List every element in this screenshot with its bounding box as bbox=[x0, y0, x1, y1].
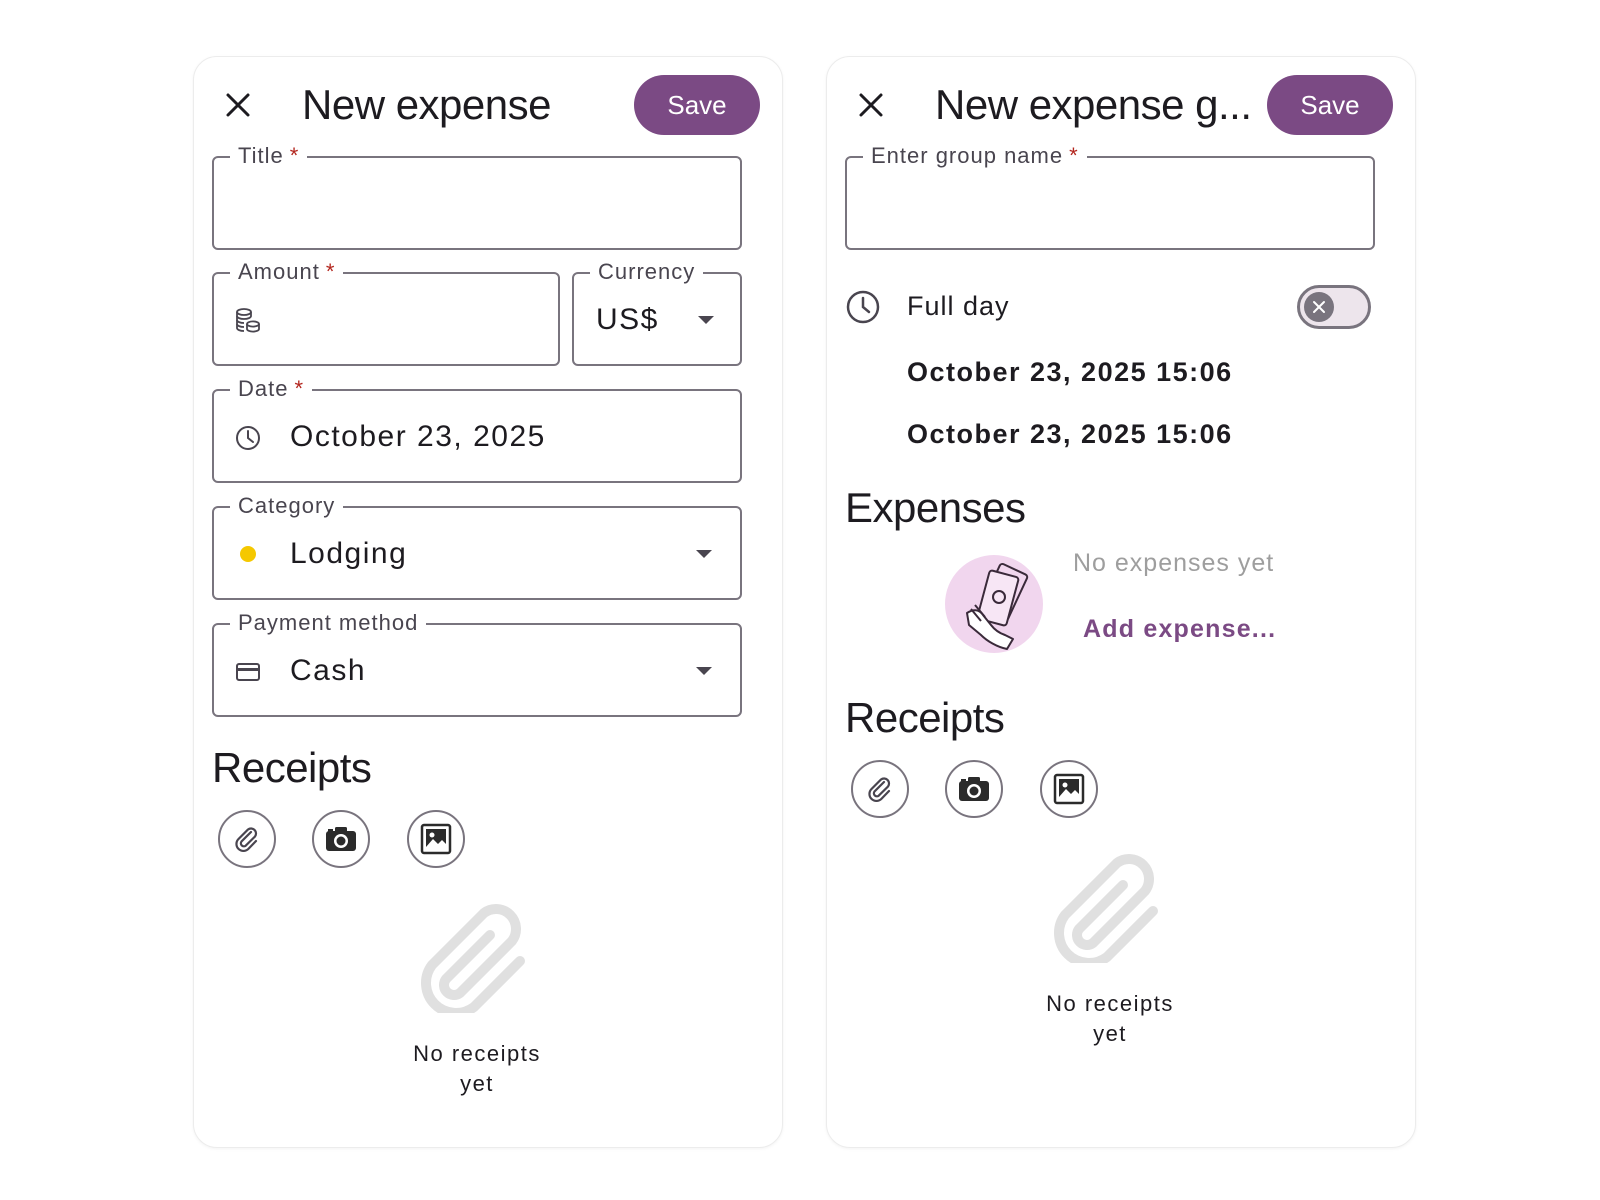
category-select[interactable]: Category Lodging bbox=[212, 492, 742, 600]
camera-icon bbox=[959, 777, 989, 801]
group-name-field-label: Enter group name bbox=[871, 143, 1064, 168]
dialog-title: New expense bbox=[302, 81, 551, 128]
add-expense-link[interactable]: Add expense... bbox=[1083, 615, 1276, 644]
pick-image-button[interactable] bbox=[407, 810, 465, 868]
image-icon bbox=[420, 823, 452, 855]
hand-holding-money-icon bbox=[945, 555, 1043, 653]
save-button[interactable]: Save bbox=[1267, 75, 1393, 135]
title-field-label: Title bbox=[238, 143, 284, 168]
attach-file-button[interactable] bbox=[851, 760, 909, 818]
payment-method-field-label: Payment method bbox=[230, 609, 427, 637]
end-datetime[interactable]: October 23, 2025 15:06 bbox=[907, 419, 1233, 450]
receipts-heading: Receipts bbox=[212, 744, 372, 791]
dropdown-caret-icon bbox=[696, 550, 712, 558]
payment-method-select[interactable]: Payment method Cash bbox=[212, 609, 742, 717]
paperclip-icon bbox=[868, 777, 891, 802]
required-mark: * bbox=[289, 143, 300, 168]
date-field[interactable]: Date * October 23, 2025 bbox=[212, 375, 742, 483]
clock-icon bbox=[236, 426, 260, 450]
currency-field-label: Currency bbox=[590, 258, 704, 286]
amount-field-label: Amount bbox=[238, 259, 320, 284]
image-icon bbox=[1053, 773, 1085, 805]
close-icon bbox=[859, 93, 883, 117]
dialog-title: New expense g... bbox=[935, 81, 1252, 128]
required-mark: * bbox=[294, 376, 305, 401]
close-icon bbox=[1313, 301, 1325, 313]
save-button[interactable]: Save bbox=[634, 75, 760, 135]
category-color-dot bbox=[240, 546, 256, 562]
receipts-heading: Receipts bbox=[845, 694, 1005, 741]
close-icon bbox=[226, 93, 250, 117]
dropdown-caret-icon bbox=[696, 667, 712, 675]
new-expense-group-dialog: New expense g... Save Enter group name * … bbox=[826, 56, 1416, 1148]
paperclip-icon bbox=[421, 904, 525, 1013]
title-field[interactable]: Title * bbox=[212, 142, 742, 250]
no-expenses-text: No expenses yet bbox=[1073, 549, 1275, 577]
expenses-heading: Expenses bbox=[845, 484, 1026, 531]
new-expense-dialog: New expense Save Title * Amount * Currency… bbox=[193, 56, 783, 1148]
full-day-toggle[interactable] bbox=[1297, 285, 1371, 329]
currency-value: US$ bbox=[596, 303, 659, 336]
pick-image-button[interactable] bbox=[1040, 760, 1098, 818]
paperclip-icon bbox=[235, 827, 258, 852]
group-name-field[interactable]: Enter group name * bbox=[845, 142, 1375, 250]
camera-icon bbox=[326, 827, 356, 851]
take-photo-button[interactable] bbox=[312, 810, 370, 868]
required-mark: * bbox=[325, 259, 336, 284]
take-photo-button[interactable] bbox=[945, 760, 1003, 818]
attach-file-button[interactable] bbox=[218, 810, 276, 868]
close-button[interactable] bbox=[851, 85, 891, 125]
dropdown-caret-icon bbox=[698, 316, 714, 324]
no-receipts-text: No receipts yet bbox=[1046, 991, 1174, 1046]
amount-field[interactable]: Amount * bbox=[212, 258, 560, 366]
full-day-label: Full day bbox=[907, 291, 1010, 321]
date-value: October 23, 2025 bbox=[290, 420, 546, 453]
category-value: Lodging bbox=[290, 537, 408, 570]
start-datetime[interactable]: October 23, 2025 15:06 bbox=[907, 357, 1233, 388]
required-mark: * bbox=[1069, 143, 1079, 168]
payment-method-value: Cash bbox=[290, 654, 367, 687]
category-field-label: Category bbox=[230, 492, 344, 520]
currency-select[interactable]: Currency US$ bbox=[572, 258, 742, 366]
close-button[interactable] bbox=[218, 85, 258, 125]
coins-icon bbox=[236, 308, 260, 333]
clock-icon bbox=[846, 290, 880, 324]
date-field-label: Date bbox=[238, 376, 289, 401]
paperclip-icon bbox=[1054, 854, 1158, 963]
credit-card-icon bbox=[236, 663, 260, 681]
no-receipts-text: No receipts yet bbox=[413, 1041, 541, 1096]
